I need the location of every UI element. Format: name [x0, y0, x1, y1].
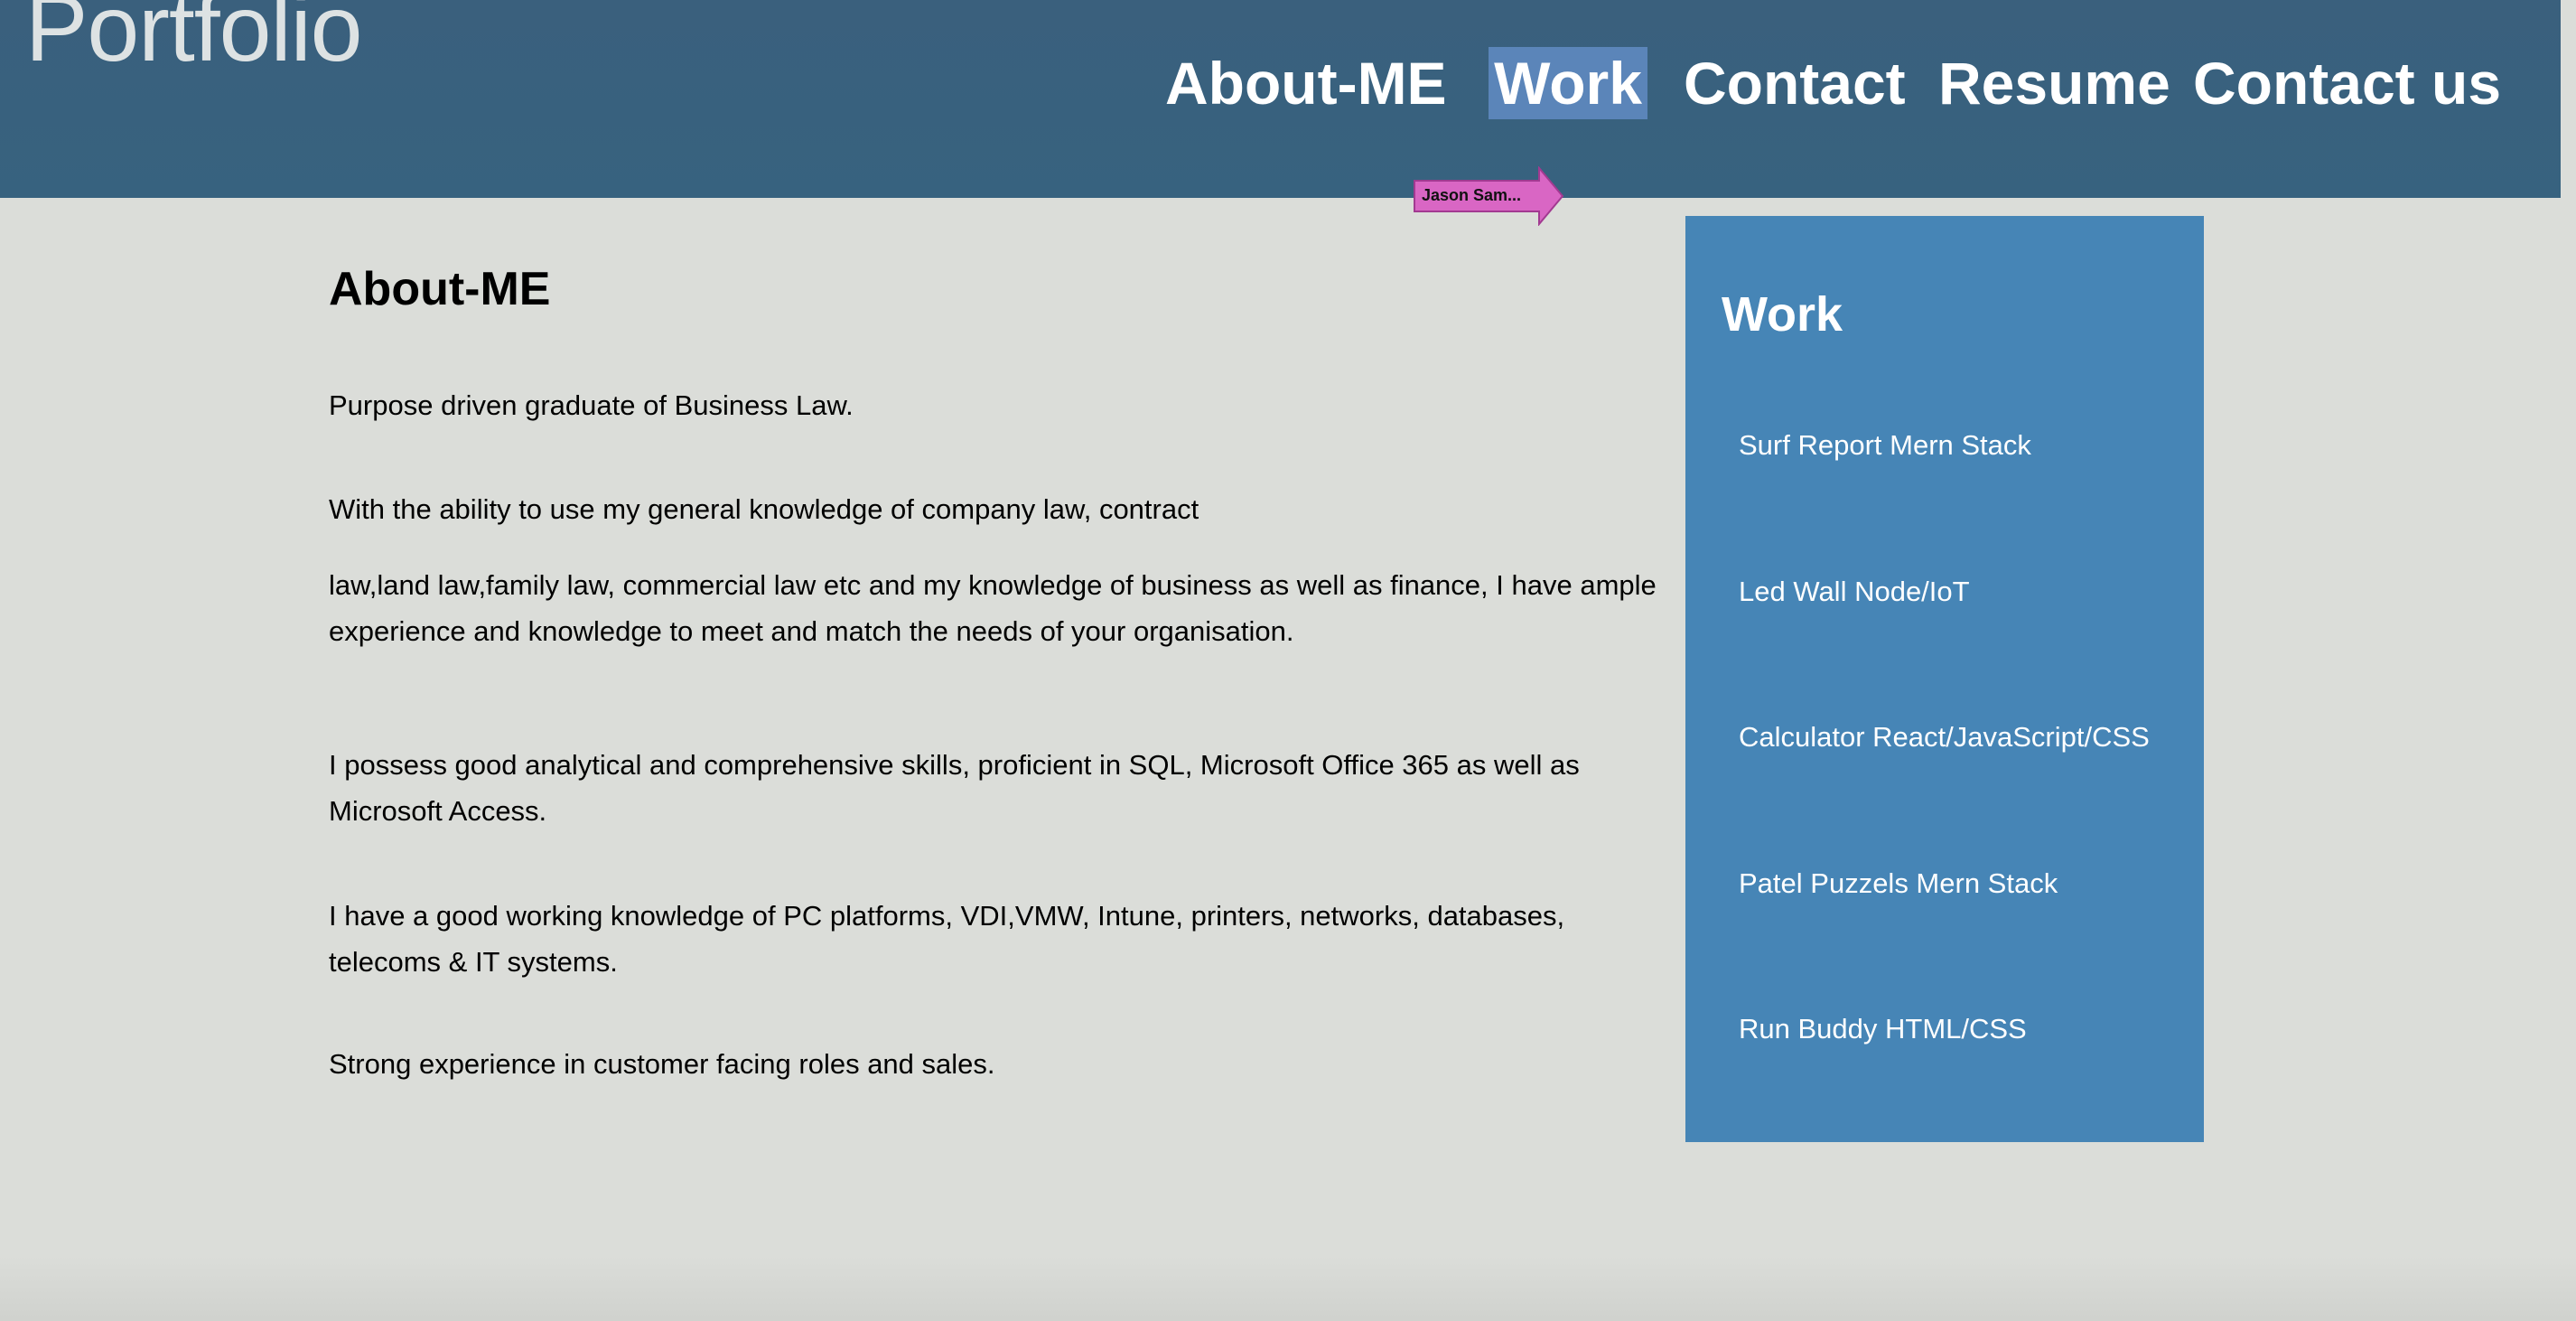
about-paragraph: With the ability to use my general knowl…	[329, 493, 1199, 525]
annotation-label: Jason Sam...	[1422, 186, 1522, 204]
work-sidebar: Work Surf Report Mern Stack Led Wall Nod…	[1685, 216, 2204, 1142]
about-paragraph: I possess good analytical and comprehens…	[329, 749, 1580, 827]
work-item-calculator[interactable]: Calculator React/JavaScript/CSS	[1739, 721, 2150, 754]
about-paragraph: law,land law,family law, commercial law …	[329, 569, 1657, 647]
nav-resume[interactable]: Resume	[1938, 47, 2170, 119]
about-paragraph: Purpose driven graduate of Business Law.	[329, 389, 854, 421]
nav-contact-us[interactable]: Contact us	[2193, 47, 2501, 119]
brand-title[interactable]: Portfolio	[25, 0, 363, 86]
nav-about-me[interactable]: About-ME	[1165, 47, 1447, 119]
work-item-run-buddy[interactable]: Run Buddy HTML/CSS	[1739, 1013, 2027, 1045]
nav-contact[interactable]: Contact	[1684, 47, 1906, 119]
work-item-patel-puzzels[interactable]: Patel Puzzels Mern Stack	[1739, 867, 2058, 900]
nav-work[interactable]: Work	[1489, 47, 1647, 119]
about-heading: About-ME	[329, 263, 551, 315]
work-item-led-wall[interactable]: Led Wall Node/IoT	[1739, 576, 1970, 608]
bottom-shadow	[0, 1256, 2576, 1321]
work-heading: Work	[1722, 287, 1843, 342]
work-item-surf-report[interactable]: Surf Report Mern Stack	[1739, 429, 2031, 462]
about-paragraph: I have a good working knowledge of PC pl…	[329, 900, 1565, 978]
scroll-edge	[2561, 0, 2576, 198]
about-paragraph: Strong experience in customer facing rol…	[329, 1048, 995, 1080]
